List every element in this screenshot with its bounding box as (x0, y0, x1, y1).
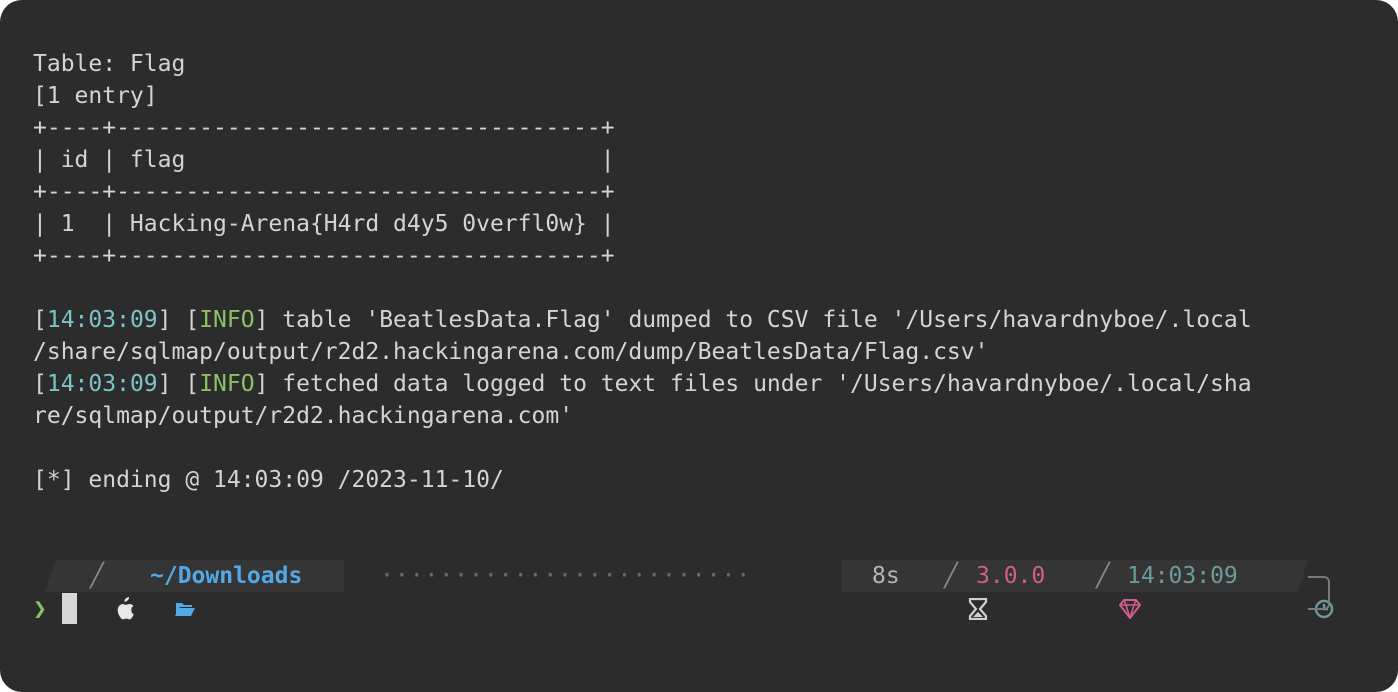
segment-separator: ╱ (944, 563, 958, 589)
command-duration: 8s (872, 563, 900, 589)
entry-count: [1 entry] (33, 83, 158, 109)
log-line-1-cont: /share/sqlmap/output/r2d2.hackingarena.c… (33, 339, 989, 365)
prompt-time: 14:03:09 (1127, 563, 1238, 589)
ending-line: [*] ending @ 14:03:09 /2023-11-10/ (33, 467, 504, 493)
segment-separator: ╱ (90, 563, 104, 589)
table-header-row: | id | flag | (33, 147, 615, 173)
prompt-right-corner (1308, 576, 1330, 610)
log-level: INFO (199, 307, 255, 333)
table-border-mid: +----+----------------------------------… (33, 179, 615, 205)
current-path: ~/Downloads (150, 563, 303, 589)
ruby-version: 3.0.0 (976, 563, 1046, 589)
log-timestamp: 14:03:09 (46, 307, 158, 333)
log-message: table 'BeatlesData.Flag' dumped to CSV f… (268, 307, 1252, 333)
table-title: Table: Flag (33, 51, 186, 77)
log-level: INFO (199, 371, 255, 397)
terminal-window[interactable]: Table: Flag [1 entry] +----+------------… (0, 0, 1398, 692)
log-line-2-cont: re/sqlmap/output/r2d2.hackingarena.com' (33, 403, 574, 429)
log-timestamp: 14:03:09 (46, 371, 158, 397)
segment-separator: ╱ (1096, 563, 1110, 589)
log-line-1: [14:03:09] [INFO] table 'BeatlesData.Fla… (33, 307, 1252, 333)
log-message: fetched data logged to text files under … (268, 371, 1252, 397)
log-line-2: [14:03:09] [INFO] fetched data logged to… (33, 371, 1252, 397)
text-cursor[interactable] (62, 593, 77, 624)
table-data-row: | 1 | Hacking-Arena{H4rd d4y5 0verfl0w} … (33, 211, 615, 237)
table-border-bottom: +----+----------------------------------… (33, 243, 615, 269)
table-border-top: +----+----------------------------------… (33, 115, 615, 141)
prompt-filler: ························· (380, 563, 752, 589)
prompt-chevron: ❯ (33, 596, 47, 622)
